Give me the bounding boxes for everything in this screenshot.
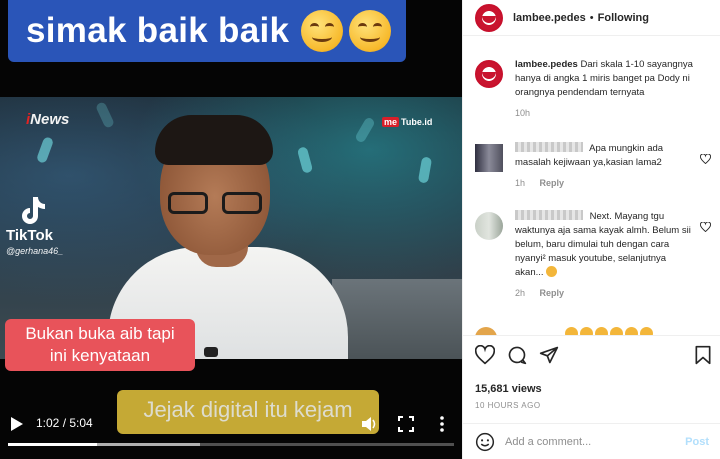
header-username[interactable]: lambee.pedes (513, 12, 586, 24)
comment-input[interactable]: Add a comment... (505, 436, 685, 448)
posted-time: 10 HOURS AGO (475, 401, 541, 410)
like-heart-icon[interactable] (700, 154, 711, 164)
caption: lambee.pedes Dari skala 1-10 sayangnya h… (475, 58, 711, 118)
separator-dot: • (589, 11, 594, 24)
like-heart-icon[interactable] (700, 222, 711, 232)
smiling-emoji-icon (301, 10, 344, 52)
glasses (168, 192, 262, 214)
reply-button[interactable]: Reply (540, 288, 565, 298)
video-player[interactable]: simak baik baik iNews me Tube.id TikTok @… (0, 0, 462, 459)
video-controls: 1:02 / 5:04 (0, 410, 462, 459)
comment-text: Next. Mayang tgu waktunya aja sama kayak… (515, 211, 691, 278)
subtitle-line: ini kenyataan (49, 346, 151, 365)
subtitle-red: Bukan buka aib tapi ini kenyataan (5, 319, 195, 371)
top-caption-banner: simak baik baik (8, 0, 406, 62)
emoji-picker-icon[interactable] (475, 432, 495, 452)
comments-list[interactable]: lambee.pedes Dari skala 1-10 sayangnya h… (463, 50, 720, 335)
bookmark-icon[interactable] (693, 345, 713, 365)
list-item: Apa mungkin ada masalah kejiwaan ya,kasi… (475, 142, 711, 188)
metube-watermark: me Tube.id (382, 117, 433, 127)
post-header: lambee.pedes • Following (463, 0, 720, 36)
avatar[interactable] (475, 212, 503, 240)
list-item: Next. Mayang tgu waktunya aja sama kayak… (475, 210, 711, 298)
tiktok-brand: TikTok (6, 227, 53, 244)
reply-button[interactable]: Reply (540, 178, 565, 188)
top-caption-text: simak baik baik (26, 11, 290, 50)
caption-username[interactable]: lambee.pedes (515, 59, 578, 70)
seek-bar[interactable] (8, 443, 454, 446)
views-count[interactable]: 15,681 views (475, 383, 720, 395)
avatar[interactable] (475, 60, 503, 88)
tiktok-username: @gerhana46_ (6, 246, 64, 256)
following-button[interactable]: Following (598, 12, 649, 24)
more-vertical-icon[interactable] (436, 415, 448, 433)
tiktok-watermark: TikTok @gerhana46_ (6, 195, 63, 256)
video-time: 1:02 / 5:04 (36, 416, 93, 430)
comment-time: 2h (515, 288, 526, 298)
share-icon[interactable] (539, 345, 559, 365)
partial-comment (475, 325, 711, 335)
lapel-mic (204, 347, 218, 357)
laughing-emoji-icon (546, 266, 558, 277)
play-icon[interactable] (10, 416, 24, 432)
smiling-emoji-icon (349, 10, 392, 52)
avatar[interactable] (475, 144, 503, 172)
subtitle-line: Bukan buka aib tapi (25, 324, 175, 343)
blurred-username[interactable] (515, 142, 583, 152)
heart-icon[interactable] (475, 345, 495, 365)
comment-time: 1h (515, 178, 526, 188)
post-panel: lambee.pedes • Following lambee.pedes Da… (462, 0, 720, 459)
volume-icon[interactable] (360, 415, 378, 433)
caption-time: 10h (515, 108, 531, 118)
avatar[interactable] (475, 3, 503, 32)
add-comment-bar: Add a comment... Post (463, 423, 720, 459)
tiktok-logo-icon (18, 195, 46, 225)
post-button[interactable]: Post (685, 436, 709, 448)
fullscreen-icon[interactable] (398, 416, 414, 432)
blurred-username[interactable] (515, 210, 583, 220)
inews-watermark: iNews (26, 111, 70, 128)
comment-icon[interactable] (507, 345, 527, 365)
post-actions: 15,681 views 10 HOURS AGO (463, 335, 720, 423)
